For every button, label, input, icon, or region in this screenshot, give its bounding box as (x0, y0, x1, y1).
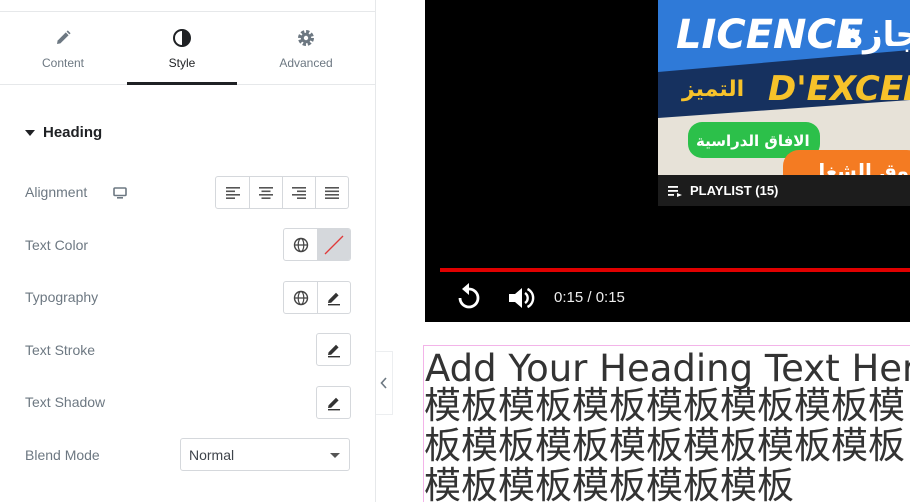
blend-mode-select[interactable]: Normal (180, 438, 350, 471)
alignment-label: Alignment (25, 184, 88, 200)
align-justify-button[interactable] (315, 177, 348, 208)
pencil-icon (328, 292, 340, 305)
text-shadow-label: Text Shadow (25, 394, 106, 410)
video-time: 0:15 / 0:15 (554, 289, 625, 306)
blend-mode-label: Blend Mode (25, 447, 100, 463)
chevron-down-icon (330, 453, 340, 458)
tab-content-label: Content (41, 56, 85, 70)
text-shadow-edit-button[interactable] (317, 387, 350, 418)
pencil-icon (327, 397, 340, 410)
tab-advanced-label: Advanced (279, 56, 333, 70)
heading-widget[interactable]: Add Your Heading Text Here 模板模板模板模板模板模板模… (423, 345, 910, 502)
typography-label: Typography (25, 289, 99, 305)
tab-style[interactable]: Style (127, 12, 237, 85)
pencil-icon (8, 26, 118, 50)
replay-button[interactable] (454, 282, 484, 312)
video-thumbnail[interactable]: LICENCE إجازة D'EXCELLEN التميز الافاق ا… (658, 0, 910, 175)
playlist-icon (668, 185, 682, 197)
section-title: Heading (43, 124, 103, 141)
text-stroke-label: Text Stroke (25, 342, 96, 358)
tab-content[interactable]: Content (8, 12, 118, 84)
text-shadow-controls (316, 386, 351, 419)
volume-button[interactable] (506, 283, 536, 313)
collapse-panel-button[interactable] (376, 351, 393, 415)
typography-controls (283, 281, 351, 314)
globe-icon (293, 237, 308, 252)
thumbnail-arabic-top: إجازة (843, 15, 910, 55)
contrast-icon (127, 26, 237, 50)
align-justify-icon (325, 186, 339, 199)
text-color-label: Text Color (25, 237, 89, 253)
editor-panel: Content Style Advanced Heading Alignment (0, 0, 376, 502)
pencil-icon (327, 344, 340, 357)
thumbnail-title-licence: LICENCE (676, 12, 863, 58)
thumbnail-arabic-tag: الافاق الدراسية (696, 132, 810, 150)
chevron-left-icon (380, 377, 387, 389)
text-color-controls (283, 228, 351, 261)
playlist-label: PLAYLIST (15) (690, 183, 779, 198)
text-color-global-button[interactable] (284, 229, 317, 260)
playlist-button[interactable]: PLAYLIST (15) (658, 175, 910, 206)
panel-tabs: Content Style Advanced (0, 12, 375, 85)
align-left-icon (225, 186, 240, 199)
cjk-text: 模板模板模板模板模板模板模板模板模板模板模板模板模板模板模板模板模板模板 (424, 384, 905, 502)
text-color-picker[interactable] (317, 229, 350, 260)
desktop-icon[interactable] (113, 186, 127, 204)
globe-icon (293, 290, 308, 305)
section-heading-toggle[interactable]: Heading (25, 124, 102, 141)
align-center-icon (259, 186, 273, 199)
no-color-icon (324, 235, 344, 254)
align-right-button[interactable] (282, 177, 315, 208)
typography-global-button[interactable] (284, 282, 317, 313)
thumbnail-arabic-mid: التميز (681, 77, 744, 102)
gear-icon (251, 26, 361, 50)
blend-mode-value: Normal (189, 447, 235, 463)
align-left-button[interactable] (216, 177, 249, 208)
volume-icon (509, 287, 535, 309)
thumbnail-arabic-bottom: سوق الشغل (808, 159, 910, 175)
tab-advanced[interactable]: Advanced (251, 12, 361, 84)
thumbnail-title-excellence: D'EXCELLEN (768, 69, 910, 109)
caret-down-icon (25, 129, 35, 136)
align-right-icon (292, 186, 306, 199)
tab-style-label: Style (168, 56, 196, 70)
text-stroke-controls (316, 333, 351, 366)
text-stroke-edit-button[interactable] (317, 334, 350, 365)
align-center-button[interactable] (249, 177, 282, 208)
video-player[interactable]: LICENCE إجازة D'EXCELLEN التميز الافاق ا… (425, 0, 910, 322)
alignment-buttons (215, 176, 349, 209)
replay-icon (458, 283, 480, 309)
video-progress-bar[interactable] (440, 268, 910, 272)
typography-edit-button[interactable] (317, 282, 350, 313)
